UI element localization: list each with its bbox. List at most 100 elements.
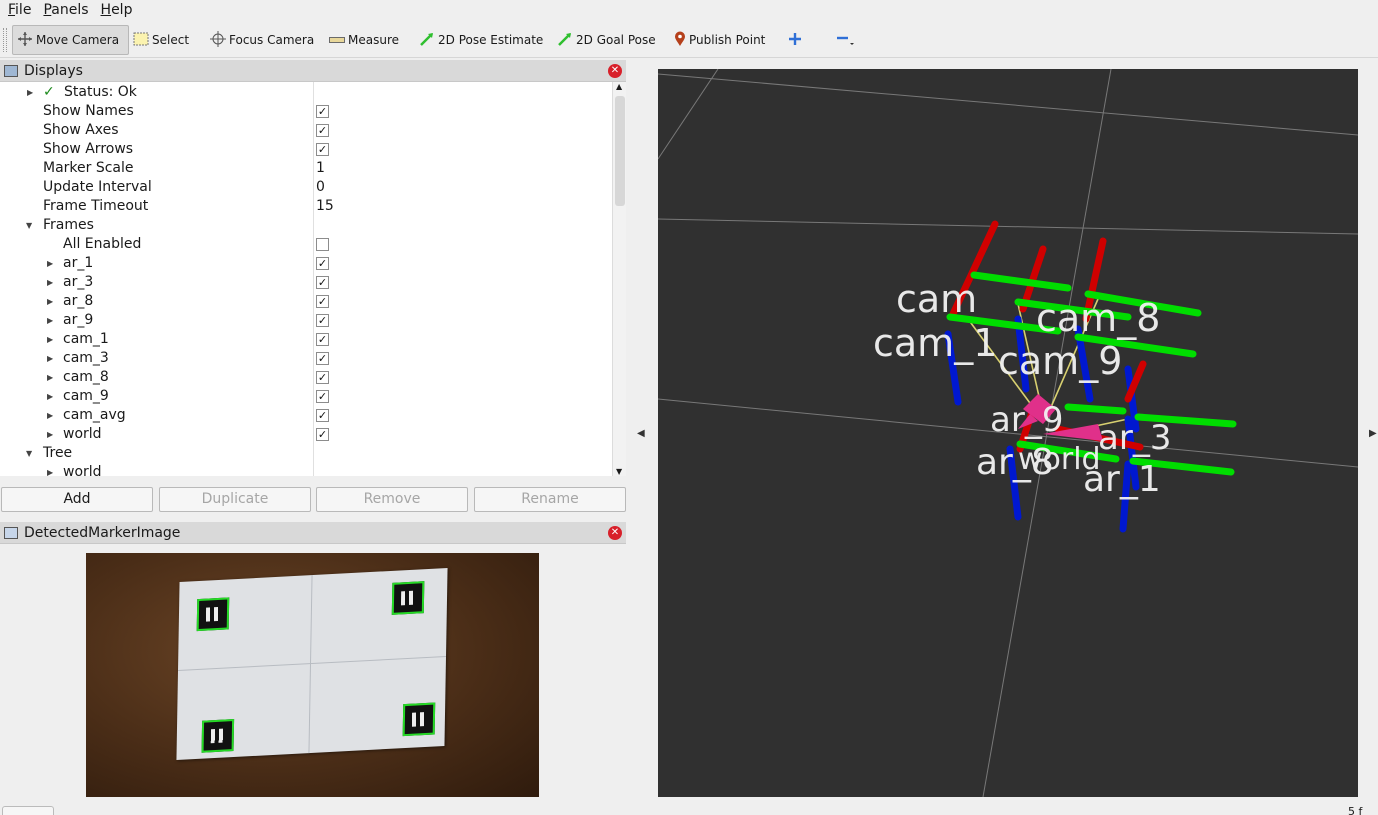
- frame-checkbox[interactable]: ✓: [316, 371, 329, 384]
- collapse-arrow-icon[interactable]: ▼: [26, 216, 32, 235]
- frame-timeout-row[interactable]: Frame Timeout 15: [0, 197, 612, 216]
- menu-file[interactable]: File: [0, 0, 35, 20]
- publish-point-label: Publish Point: [689, 33, 766, 47]
- measure-tool[interactable]: Measure: [329, 25, 399, 55]
- update-interval-row[interactable]: Update Interval 0: [0, 178, 612, 197]
- marker-scale-value[interactable]: 1: [316, 159, 325, 178]
- all-enabled-checkbox[interactable]: [316, 238, 329, 251]
- expand-arrow-icon[interactable]: ▶: [47, 406, 53, 425]
- frame-row[interactable]: ▶ cam_1 ✓: [0, 330, 612, 349]
- scroll-down-icon[interactable]: ▼: [616, 467, 622, 476]
- move-camera-icon: [17, 31, 33, 50]
- show-axes-checkbox[interactable]: ✓: [316, 124, 329, 137]
- expand-arrow-icon[interactable]: ▶: [47, 254, 53, 273]
- frame-row[interactable]: ▶ cam_3 ✓: [0, 349, 612, 368]
- frame-row[interactable]: ▶ cam_8 ✓: [0, 368, 612, 387]
- all-enabled-row[interactable]: All Enabled: [0, 235, 612, 254]
- expand-arrow-icon[interactable]: ▶: [47, 368, 53, 387]
- frame-row[interactable]: ▶ ar_8 ✓: [0, 292, 612, 311]
- status-row[interactable]: ▶ ✓ Status: Ok: [0, 83, 612, 102]
- frame-row[interactable]: ▶ ar_1 ✓: [0, 254, 612, 273]
- expand-arrow-icon[interactable]: ▶: [47, 273, 53, 292]
- goal-pose-icon: [557, 31, 573, 50]
- frame-label: cam_1: [63, 331, 109, 347]
- update-interval-value[interactable]: 0: [316, 178, 325, 197]
- expand-arrow-icon[interactable]: ▶: [47, 349, 53, 368]
- svg-text:ar_3: ar_3: [1098, 418, 1171, 458]
- frame-row[interactable]: ▶ cam_avg ✓: [0, 406, 612, 425]
- expand-arrow-icon[interactable]: ▶: [47, 292, 53, 311]
- show-axes-row[interactable]: Show Axes ✓: [0, 121, 612, 140]
- aruco-marker: [391, 581, 425, 615]
- frame-checkbox[interactable]: ✓: [316, 352, 329, 365]
- menu-help[interactable]: Help: [93, 0, 137, 20]
- remove-tool-button[interactable]: [836, 25, 859, 55]
- frame-label: ar_8: [63, 293, 94, 309]
- goal-pose-label: 2D Goal Pose: [576, 33, 656, 47]
- marker-scale-row[interactable]: Marker Scale 1: [0, 159, 612, 178]
- show-arrows-label: Show Arrows: [43, 141, 134, 157]
- focus-camera-tool[interactable]: Focus Camera: [210, 25, 314, 55]
- show-names-row[interactable]: Show Names ✓: [0, 102, 612, 121]
- scrollbar-thumb[interactable]: [615, 96, 625, 206]
- svg-text:ar_9: ar_9: [990, 400, 1063, 440]
- show-arrows-row[interactable]: Show Arrows ✓: [0, 140, 612, 159]
- plus-icon: [788, 32, 802, 49]
- frame-checkbox[interactable]: ✓: [316, 390, 329, 403]
- bottom-tab[interactable]: [2, 806, 54, 815]
- duplicate-button[interactable]: Duplicate: [159, 487, 311, 512]
- collapse-left-icon[interactable]: ◀: [637, 428, 645, 439]
- frame-timeout-value[interactable]: 15: [316, 197, 334, 216]
- menu-panels[interactable]: Panels: [35, 0, 92, 20]
- show-arrows-checkbox[interactable]: ✓: [316, 143, 329, 156]
- frame-label: ar_3: [63, 274, 94, 290]
- frames-row[interactable]: ▼ Frames: [0, 216, 612, 235]
- tree-child-row[interactable]: ▶ world: [0, 463, 612, 476]
- expand-arrow-icon[interactable]: ▶: [27, 83, 33, 102]
- tree-child-label: world: [63, 464, 102, 476]
- tree-row[interactable]: ▼ Tree: [0, 444, 612, 463]
- check-icon: ✓: [43, 84, 55, 100]
- frame-checkbox[interactable]: ✓: [316, 276, 329, 289]
- pose-estimate-tool[interactable]: 2D Pose Estimate: [419, 25, 543, 55]
- frame-row[interactable]: ▶ world ✓: [0, 425, 612, 444]
- frame-checkbox[interactable]: ✓: [316, 428, 329, 441]
- frame-row[interactable]: ▶ cam_9 ✓: [0, 387, 612, 406]
- goal-pose-tool[interactable]: 2D Goal Pose: [557, 25, 656, 55]
- scroll-up-icon[interactable]: ▲: [616, 82, 622, 91]
- render-viewport[interactable]: cam cam_8 cam_1 cam_9 ar_3 ar_8 ar_1 wor…: [658, 69, 1358, 797]
- expand-arrow-icon[interactable]: ▶: [47, 387, 53, 406]
- collapse-arrow-icon[interactable]: ▼: [26, 444, 32, 463]
- toolbar-grip[interactable]: [3, 28, 7, 52]
- all-enabled-label: All Enabled: [63, 236, 142, 252]
- expand-arrow-icon[interactable]: ▶: [47, 425, 53, 444]
- publish-point-tool[interactable]: Publish Point: [674, 25, 765, 55]
- frame-checkbox[interactable]: ✓: [316, 333, 329, 346]
- remove-button[interactable]: Remove: [316, 487, 468, 512]
- add-button[interactable]: Add: [1, 487, 153, 512]
- expand-arrow-icon[interactable]: ▶: [47, 311, 53, 330]
- frame-checkbox[interactable]: ✓: [316, 314, 329, 327]
- frame-checkbox[interactable]: ✓: [316, 257, 329, 270]
- expand-arrow-icon[interactable]: ▶: [47, 463, 53, 476]
- frame-checkbox[interactable]: ✓: [316, 295, 329, 308]
- expand-arrow-icon[interactable]: ▶: [47, 330, 53, 349]
- image-panel-close-icon[interactable]: ✕: [608, 526, 622, 540]
- show-names-checkbox[interactable]: ✓: [316, 105, 329, 118]
- add-tool-button[interactable]: [788, 25, 805, 55]
- move-camera-label: Move Camera: [36, 33, 120, 47]
- move-camera-tool[interactable]: Move Camera: [12, 25, 129, 55]
- image-panel-header: DetectedMarkerImage ✕: [0, 522, 626, 544]
- frame-row[interactable]: ▶ ar_9 ✓: [0, 311, 612, 330]
- collapse-right-icon[interactable]: ▶: [1369, 428, 1377, 439]
- frame-checkbox[interactable]: ✓: [316, 409, 329, 422]
- rename-button[interactable]: Rename: [474, 487, 626, 512]
- marker-sheet: [176, 567, 448, 761]
- frame-label: cam_3: [63, 350, 109, 366]
- displays-close-icon[interactable]: ✕: [608, 64, 622, 78]
- displays-scrollbar[interactable]: ▲ ▼: [612, 82, 626, 476]
- displays-tree: ▶ ✓ Status: Ok Show Names ✓ Show Axes ✓ …: [0, 82, 626, 476]
- marker-scale-label: Marker Scale: [43, 160, 134, 176]
- frame-row[interactable]: ▶ ar_3 ✓: [0, 273, 612, 292]
- select-tool[interactable]: Select: [133, 25, 189, 55]
